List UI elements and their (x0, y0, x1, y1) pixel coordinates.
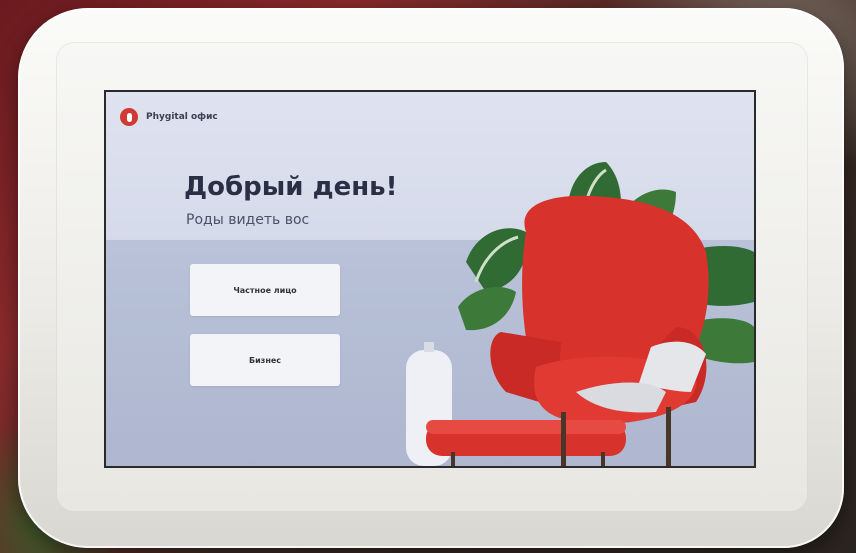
logo-text: Phygital офис (146, 112, 218, 122)
greeting-title: Добрый день! (184, 172, 398, 202)
private-person-button[interactable]: Частное лицо (190, 264, 340, 316)
app-logo: Phygital офис (120, 108, 218, 126)
phygital-logo-icon (120, 108, 138, 126)
greeting-subtitle: Роды видеть вос (186, 212, 310, 228)
business-button[interactable]: Бизнес (190, 334, 340, 386)
kiosk-screen: Phygital офис Добрый день! Роды видеть в… (106, 92, 754, 466)
